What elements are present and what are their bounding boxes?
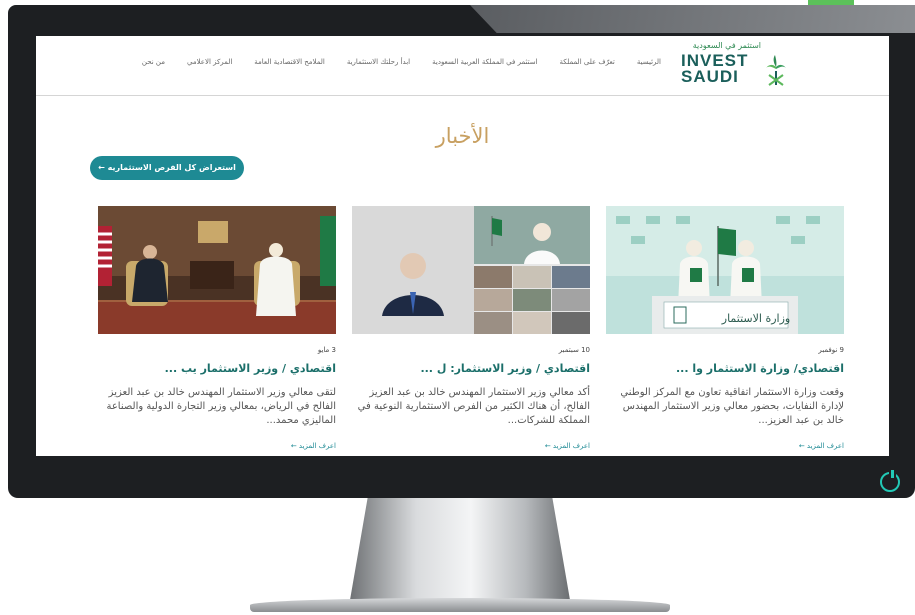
nav-invest-in-saudi[interactable]: استثمر في المملكة العربية السعودية <box>432 58 537 66</box>
monitor-mockup: استثمر في السعودية INVEST SAUDI الرئيسية… <box>0 0 915 615</box>
news-excerpt: أكد معالي وزير الاستثمار المهندس خالد بن… <box>357 387 590 426</box>
nav-discover-kingdom[interactable]: تعرّف على المملكة <box>560 58 615 66</box>
news-image-signing[interactable]: وزارة الاستثمار <box>606 206 844 334</box>
news-title[interactable]: اقتصادي / وزير الاستثمار يب ... <box>98 362 336 375</box>
logo-tagline: استثمر في السعودية <box>692 41 761 50</box>
news-image-meeting[interactable] <box>98 206 336 334</box>
nav-economic-overview[interactable]: الملامح الاقتصادية العامة <box>254 58 325 66</box>
main-nav: الرئيسية تعرّف على المملكة استثمر في الم… <box>142 58 661 66</box>
news-title[interactable]: اقتصادي / وزير الاستثمار: ل ... <box>352 362 590 375</box>
monitor-stand <box>350 498 570 600</box>
bezel-reflection <box>470 5 915 33</box>
power-icon[interactable] <box>880 470 900 492</box>
invest-saudi-logo[interactable]: استثمر في السعودية INVEST SAUDI <box>669 41 789 91</box>
read-more-link[interactable]: اعرف المزيد ← <box>291 442 336 450</box>
site-header: استثمر في السعودية INVEST SAUDI الرئيسية… <box>36 36 889 96</box>
read-more-link[interactable]: اعرف المزيد ← <box>545 442 590 450</box>
news-date: 9 نوفمبر <box>818 346 844 354</box>
news-image-video-call[interactable] <box>352 206 590 334</box>
news-card[interactable]: وزارة الاستثمار 9 نوفمبر اقتصادي/ وزارة … <box>606 206 844 456</box>
news-date: 10 سبتمبر <box>558 346 590 354</box>
image-caption: وزارة الاستثمار <box>721 312 790 325</box>
view-all-opportunities-button[interactable]: استعراض كل الفرص الاستثماريه ← <box>90 156 244 180</box>
monitor-stand-base <box>250 598 670 612</box>
logo-wordmark: INVEST SAUDI <box>681 51 749 86</box>
news-section-title: الأخبار <box>435 124 490 148</box>
read-more-link[interactable]: اعرف المزيد ← <box>799 442 844 450</box>
news-excerpt: لتقى معالي وزير الاستثمار المهندس خالد ب… <box>106 387 336 426</box>
news-title[interactable]: اقتصادي/ وزارة الاستثمار وا ... <box>606 362 844 375</box>
nav-home[interactable]: الرئيسية <box>637 58 661 66</box>
news-card[interactable]: 3 مايو اقتصادي / وزير الاستثمار يب ... ل… <box>98 206 336 456</box>
nav-about-us[interactable]: من نحن <box>142 58 165 66</box>
news-excerpt: وقعت وزارة الاستثمار اتفاقية تعاون مع ال… <box>620 387 844 426</box>
nav-media-center[interactable]: المركز الاعلامي <box>187 58 232 66</box>
nav-start-journey[interactable]: ابدأ رحلتك الاستثمارية <box>347 58 410 66</box>
monitor-screen: استثمر في السعودية INVEST SAUDI الرئيسية… <box>36 36 889 456</box>
news-date: 3 مايو <box>317 346 336 354</box>
palm-icon <box>766 55 786 86</box>
news-card[interactable]: 10 سبتمبر اقتصادي / وزير الاستثمار: ل ..… <box>352 206 590 456</box>
